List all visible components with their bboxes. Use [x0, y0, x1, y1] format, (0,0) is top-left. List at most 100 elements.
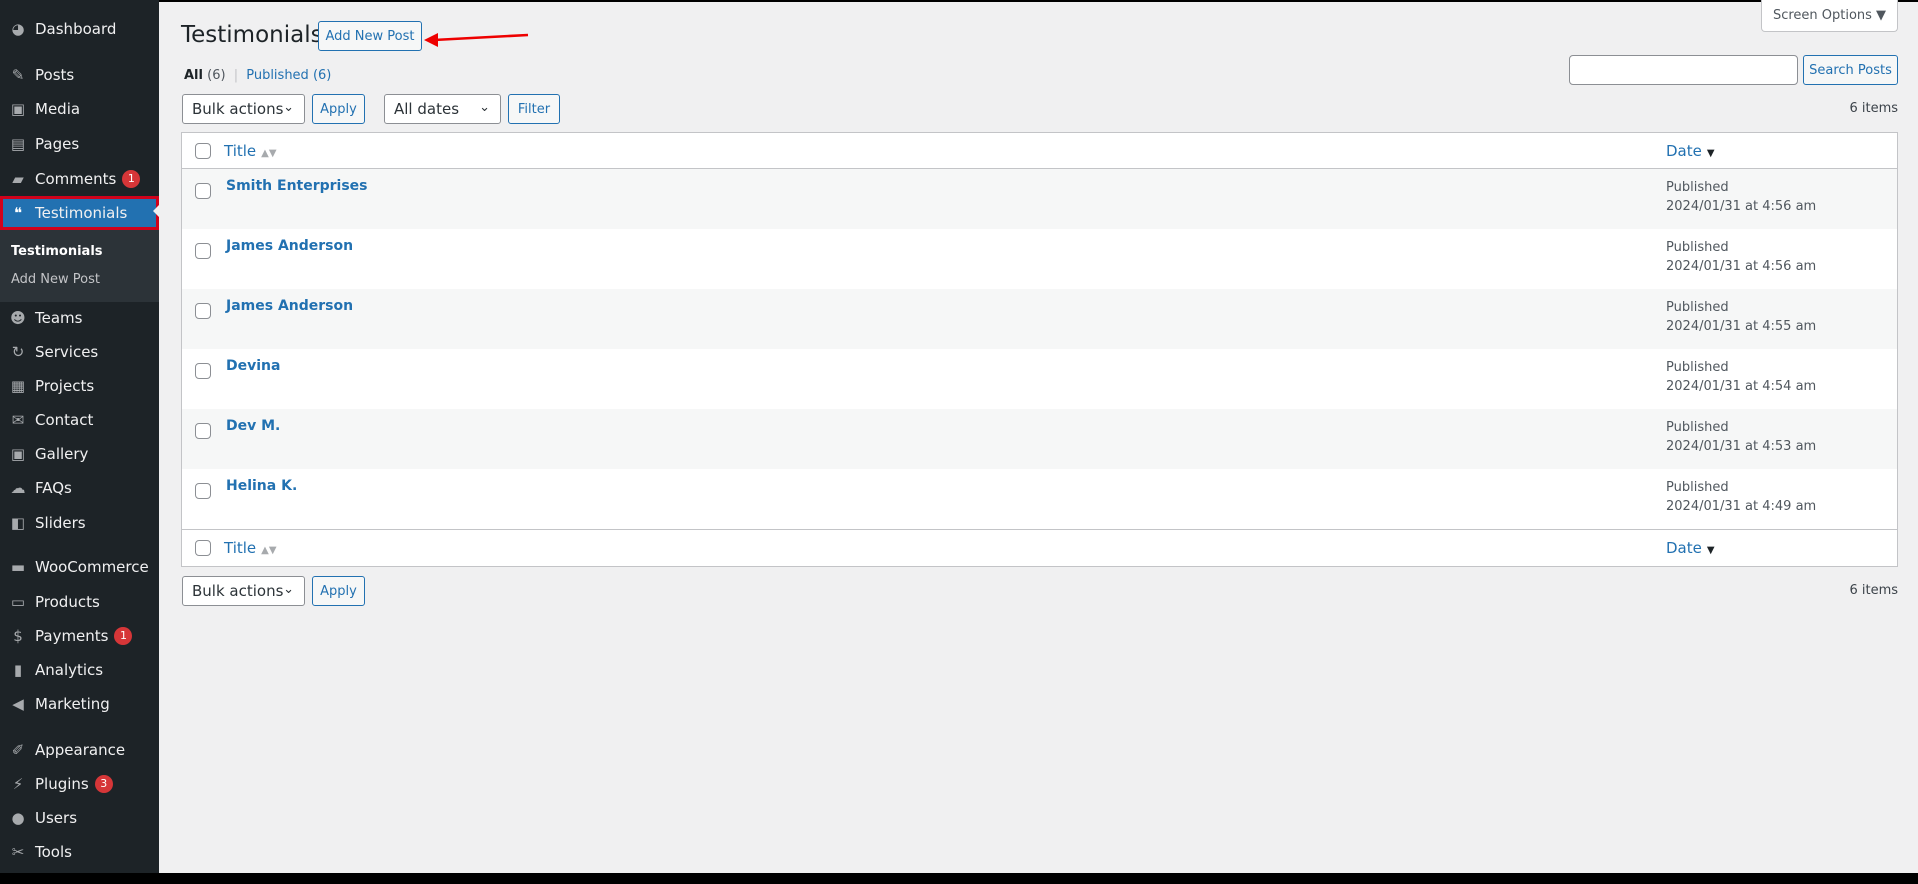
bulk-actions-value: Bulk actions [192, 100, 284, 118]
submenu-testimonials[interactable]: Testimonials [11, 244, 103, 259]
post-date: Published 2024/01/31 at 4:55 am [1666, 298, 1816, 336]
sidebar-item-label: Contact [35, 411, 94, 429]
row-checkbox[interactable] [195, 363, 211, 379]
post-status: Published [1666, 300, 1729, 315]
pages-icon: ▤ [10, 135, 26, 153]
wrench-icon: ✂ [11, 843, 25, 861]
post-date: Published 2024/01/31 at 4:54 am [1666, 358, 1816, 396]
sort-date[interactable]: Date ▼ [1666, 539, 1715, 557]
sidebar-item-label: Pages [35, 135, 80, 153]
post-title-link[interactable]: James Anderson [226, 238, 353, 254]
post-datetime: 2024/01/31 at 4:54 am [1666, 379, 1817, 394]
bulk-actions-value: Bulk actions [192, 582, 284, 600]
all-count: (6) [207, 68, 226, 83]
table-row: James Anderson Published 2024/01/31 at 4:… [182, 289, 1897, 349]
sidebar-item-label: Sliders [35, 514, 86, 532]
screen-options-button[interactable]: Screen Options ▼ [1761, 0, 1898, 32]
row-checkbox[interactable] [195, 423, 211, 439]
sidebar-item-payments[interactable]: $ Payments 1 [0, 621, 159, 651]
post-title-link[interactable]: Dev M. [226, 418, 280, 434]
sidebar-item-projects[interactable]: ▦ Projects [0, 371, 159, 401]
posts-table: Title ▲▼ Date ▼ Smith Enterprises Publishe… [181, 132, 1898, 567]
sidebar-item-products[interactable]: ▭ Products [0, 587, 159, 617]
sidebar-item-marketing[interactable]: ◀ Marketing [0, 689, 159, 719]
submenu: Testimonials Add New Post [0, 230, 159, 302]
view-published[interactable]: Published (6) [246, 68, 331, 83]
sidebar-item-faqs[interactable]: ☁ FAQs [0, 473, 159, 503]
post-datetime: 2024/01/31 at 4:56 am [1666, 259, 1817, 274]
sort-icon: ▲▼ [261, 545, 277, 556]
megaphone-icon: ◀ [12, 695, 24, 713]
table-row: Smith Enterprises Published 2024/01/31 at… [182, 169, 1897, 229]
sidebar-item-media[interactable]: ▣ Media [0, 94, 159, 124]
sidebar-item-posts[interactable]: ✎ Posts [0, 60, 159, 90]
sidebar-item-analytics[interactable]: ▮ Analytics [0, 655, 159, 685]
select-all-checkbox[interactable] [195, 540, 211, 556]
sidebar-item-woocommerce[interactable]: ▬ WooCommerce [0, 552, 159, 582]
sidebar-item-label: Services [35, 343, 99, 361]
sidebar-item-label: Dashboard [35, 20, 117, 38]
archive-icon: ▭ [10, 593, 26, 611]
media-icon: ▣ [10, 100, 26, 118]
sidebar-item-services[interactable]: ↻ Services [0, 337, 159, 367]
row-checkbox[interactable] [195, 303, 211, 319]
sidebar-item-label: Marketing [35, 695, 110, 713]
sidebar-item-sliders[interactable]: ◧ Sliders [0, 508, 159, 538]
view-all[interactable]: All [184, 68, 203, 83]
post-title-link[interactable]: Helina K. [226, 478, 297, 494]
apply-button-bottom[interactable]: Apply [312, 576, 365, 606]
apply-button[interactable]: Apply [312, 94, 365, 124]
sort-title[interactable]: Title ▲▼ [224, 539, 277, 557]
sidebar-item-testimonials[interactable]: ❝ Testimonials [0, 196, 159, 230]
bulk-actions-select[interactable]: Bulk actions ⌄ [182, 94, 305, 124]
email-icon: ✉ [11, 411, 25, 429]
table-row: Devina Published 2024/01/31 at 4:54 am [182, 349, 1897, 409]
row-checkbox[interactable] [195, 183, 211, 199]
sidebar-item-dashboard[interactable]: ◕ Dashboard [0, 14, 159, 44]
post-status: Published [1666, 360, 1729, 375]
sidebar-item-users[interactable]: ● Users [0, 803, 159, 833]
sidebar-item-label: Media [35, 100, 81, 118]
post-title-link[interactable]: Smith Enterprises [226, 178, 368, 194]
filter-button[interactable]: Filter [508, 94, 560, 124]
row-checkbox[interactable] [195, 243, 211, 259]
sidebar-item-appearance[interactable]: ✐ Appearance [0, 735, 159, 765]
sort-icon: ▼ [1706, 148, 1715, 159]
sidebar-item-teams[interactable]: ☻ Teams [0, 303, 159, 333]
post-datetime: 2024/01/31 at 4:53 am [1666, 439, 1817, 454]
chevron-down-icon: ⌄ [479, 100, 490, 115]
sidebar-item-label: Gallery [35, 445, 89, 463]
post-status: Published [1666, 240, 1729, 255]
post-date: Published 2024/01/31 at 4:49 am [1666, 478, 1816, 516]
search-input[interactable] [1569, 55, 1798, 85]
groups-icon: ☻ [10, 309, 26, 327]
add-new-post-button[interactable]: Add New Post [318, 21, 422, 51]
sidebar-item-contact[interactable]: ✉ Contact [0, 405, 159, 435]
sort-date[interactable]: Date ▼ [1666, 142, 1715, 160]
slides-icon: ◧ [10, 514, 26, 532]
view-filters: All (6) | Published (6) [184, 68, 332, 83]
woo-icon: ▬ [10, 558, 26, 576]
sidebar-item-gallery[interactable]: ▣ Gallery [0, 439, 159, 469]
notification-badge: 3 [94, 775, 113, 793]
select-all-checkbox[interactable] [195, 143, 211, 159]
dates-select[interactable]: All dates ⌄ [384, 94, 501, 124]
sidebar-item-pages[interactable]: ▤ Pages [0, 129, 159, 159]
pin-icon: ✎ [11, 66, 25, 84]
sidebar-item-comments[interactable]: ▰ Comments 1 [0, 164, 159, 194]
sidebar-item-label: Products [35, 593, 100, 611]
dates-value: All dates [394, 100, 460, 118]
post-title-link[interactable]: Devina [226, 358, 280, 374]
row-checkbox[interactable] [195, 483, 211, 499]
table-footer: Title ▲▼ Date ▼ [182, 529, 1897, 566]
bulk-actions-select-bottom[interactable]: Bulk actions ⌄ [182, 576, 305, 606]
sidebar-item-tools[interactable]: ✂ Tools [0, 837, 159, 867]
submenu-add-new-post[interactable]: Add New Post [11, 272, 100, 287]
search-posts-button[interactable]: Search Posts [1803, 55, 1898, 85]
chevron-down-icon: ⌄ [283, 582, 294, 597]
post-title-link[interactable]: James Anderson [226, 298, 353, 314]
sidebar-item-plugins[interactable]: ⚡ Plugins 3 [0, 769, 159, 799]
post-status: Published [1666, 480, 1729, 495]
dashboard-icon: ◕ [11, 20, 25, 38]
sort-title[interactable]: Title ▲▼ [224, 142, 277, 160]
